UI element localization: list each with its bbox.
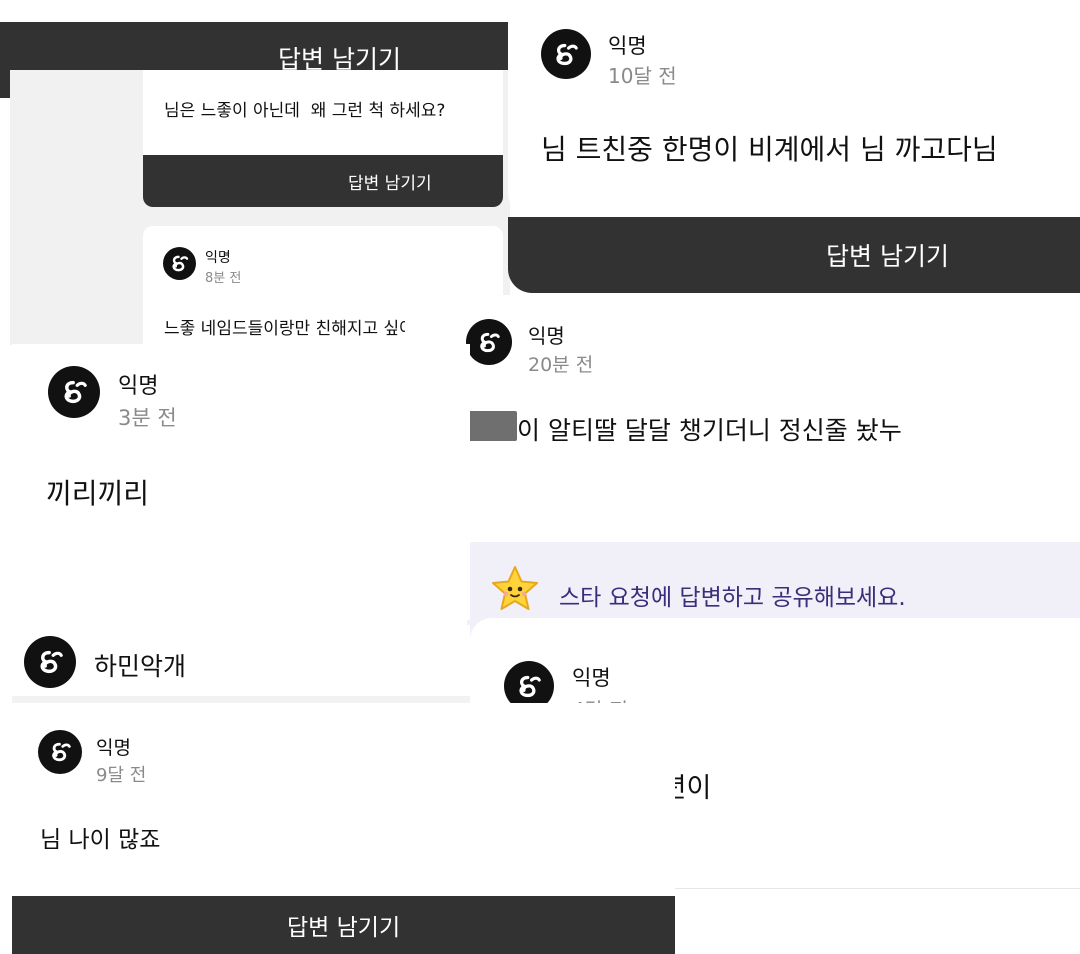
star-mascot-icon xyxy=(489,564,541,614)
post-time: 20분 전 xyxy=(528,354,594,376)
answer-button[interactable]: 답변 남기기 xyxy=(508,217,1080,293)
anonymous-avatar-icon xyxy=(541,29,591,79)
question-card: 님은 느좋이 아닌데 왜 그런 척 하세요? xyxy=(143,70,503,155)
post-time: 9달 전 xyxy=(96,765,147,786)
post-time: 8분 전 xyxy=(205,271,242,286)
author-name: 익명 xyxy=(96,737,131,759)
author-name: 익명 xyxy=(572,666,611,690)
anonymous-avatar-icon xyxy=(38,730,82,774)
answer-button[interactable]: 답변 남기기 xyxy=(143,155,503,207)
answer-button-label: 답변 남기기 xyxy=(826,242,949,271)
post-text: 끼리끼리 xyxy=(46,477,150,510)
anonymous-avatar-icon xyxy=(48,366,100,418)
question-text: 님은 느좋이 아닌데 왜 그런 척 하세요? xyxy=(164,101,446,121)
post-time: 3분 전 xyxy=(118,406,177,430)
anonymous-avatar-icon xyxy=(163,247,196,280)
divider xyxy=(12,696,470,703)
post-text: 이 알티딸 달달 챙기더니 정신줄 놨누 xyxy=(517,416,902,445)
answer-button-label: 답변 남기기 xyxy=(287,915,401,941)
author-name: 익명 xyxy=(608,34,647,58)
screenshot-d: 익명 20분 전 이 알티딸 달달 챙기더니 정신줄 놨누 xyxy=(405,295,1080,545)
author-name: 익명 xyxy=(528,324,565,348)
banner-text: 스타 요청에 답변하고 공유해보세요. xyxy=(559,585,906,611)
post-time: 10달 전 xyxy=(608,64,677,88)
post-card xyxy=(508,0,1080,217)
anonymous-avatar-icon xyxy=(24,636,76,688)
author-name: 익명 xyxy=(205,250,231,266)
screenshot-a: 답변 남기기 님은 느좋이 아닌데 왜 그런 척 하세요? 답변 남기기 익명 … xyxy=(0,0,510,345)
post-text: 님 나이 많죠 xyxy=(40,827,161,853)
screenshot-f: 하민악개 xyxy=(12,625,470,697)
answer-button-label: 답변 남기기 xyxy=(348,173,432,194)
answer-text: 느좋 네임드들이랑만 친해지고 싶어 하 xyxy=(164,319,436,339)
post-text: 님 트친중 한명이 비계에서 님 까고다님 xyxy=(541,133,998,166)
screenshot-h: 익명 9달 전 님 나이 많죠 답변 남기기 xyxy=(12,703,675,954)
answer-button[interactable]: 답변 남기기 xyxy=(12,896,675,954)
anonymous-avatar-icon xyxy=(466,319,512,365)
author-name: 하민악개 xyxy=(94,652,187,681)
screenshot-c: 익명 3분 전 끼리끼리 xyxy=(12,344,470,620)
author-name: 익명 xyxy=(118,374,159,399)
screenshot-b: 익명 10달 전 님 트친중 한명이 비계에서 님 까고다님 답변 남기기 xyxy=(488,0,1080,295)
